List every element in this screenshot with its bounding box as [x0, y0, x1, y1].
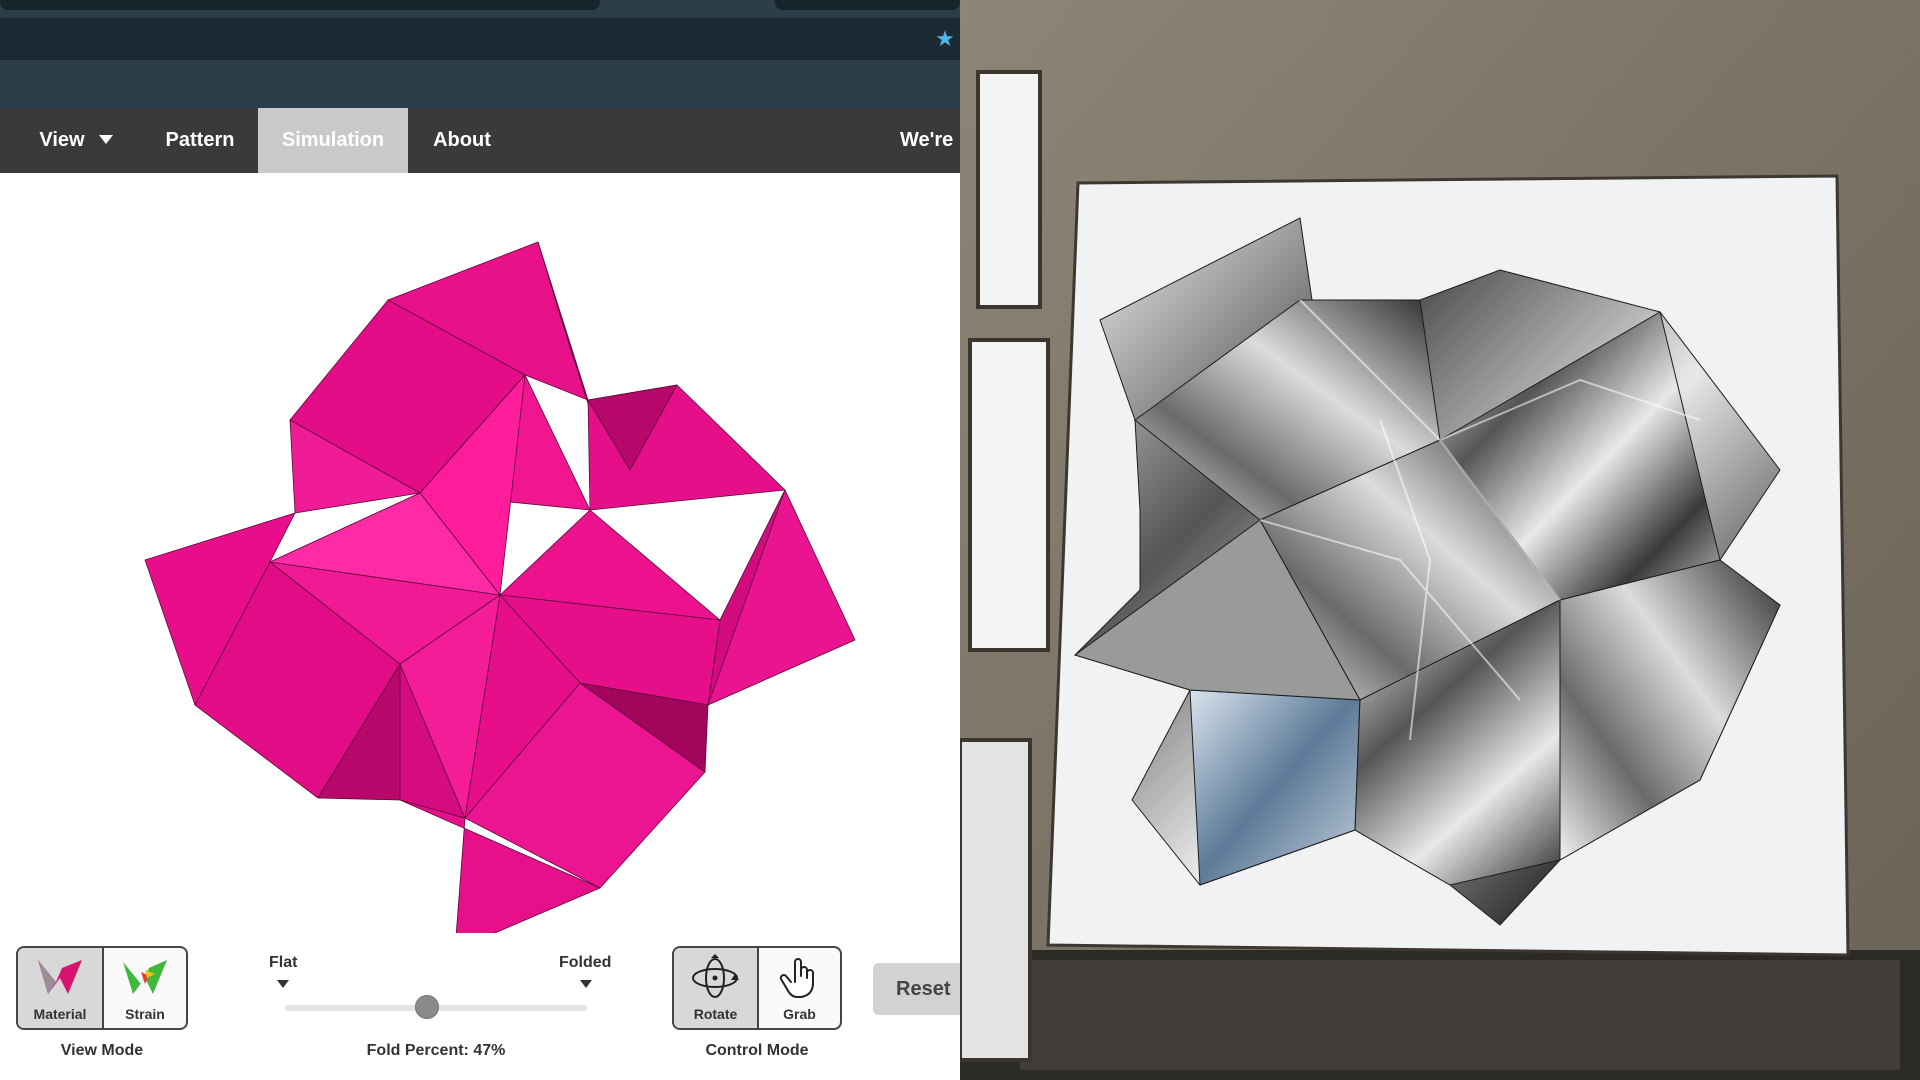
view-mode-group: Material Strain — [16, 946, 188, 1030]
browser-tab[interactable] — [775, 0, 960, 10]
control-mode-label: Control Mode — [705, 1042, 809, 1059]
origami-simulator-app: ★ View Pattern Simulation About We're Ma… — [0, 0, 960, 1080]
folded-caret-icon — [580, 980, 592, 988]
material-icon — [38, 960, 82, 994]
material-label: Material — [33, 1006, 87, 1022]
browser-chrome: ★ — [0, 0, 960, 108]
menu-about[interactable]: About — [420, 108, 504, 173]
address-bar[interactable] — [0, 18, 960, 60]
reset-button[interactable]: Reset — [873, 963, 960, 1015]
bookmark-star-icon[interactable]: ★ — [934, 28, 956, 50]
grab-button[interactable]: Grab — [756, 948, 840, 1028]
view-mode-label: View Mode — [60, 1042, 144, 1059]
menu-bar: View Pattern Simulation About We're — [0, 108, 960, 173]
menu-view-label: View — [39, 129, 85, 151]
strain-button[interactable]: Strain — [102, 948, 186, 1028]
menu-view[interactable]: View — [16, 108, 136, 173]
material-button[interactable]: Material — [18, 948, 102, 1028]
flat-caret-icon — [277, 980, 289, 988]
menu-pattern[interactable]: Pattern — [150, 108, 250, 173]
grab-label: Grab — [783, 1006, 816, 1022]
rotate-icon — [692, 954, 740, 998]
simulation-viewport[interactable] — [0, 173, 960, 933]
folded-label: Folded — [559, 954, 612, 971]
menu-banner-text[interactable]: We're — [900, 108, 960, 173]
fold-percent-readout: Fold Percent: 47% — [366, 1042, 506, 1059]
strain-label: Strain — [125, 1006, 165, 1022]
strain-icon — [123, 960, 167, 994]
fold-percent-slider-thumb[interactable] — [414, 995, 439, 1019]
folded-mylar-photo — [960, 0, 1920, 1080]
grab-hand-icon — [780, 958, 815, 998]
rotate-label: Rotate — [693, 1006, 738, 1022]
rotate-button[interactable]: Rotate — [674, 948, 757, 1028]
browser-tab[interactable] — [0, 0, 600, 10]
control-mode-group: Rotate Grab — [672, 946, 842, 1030]
menu-simulation[interactable]: Simulation — [258, 108, 408, 173]
chevron-down-icon — [98, 135, 113, 145]
flat-label: Flat — [269, 954, 298, 971]
